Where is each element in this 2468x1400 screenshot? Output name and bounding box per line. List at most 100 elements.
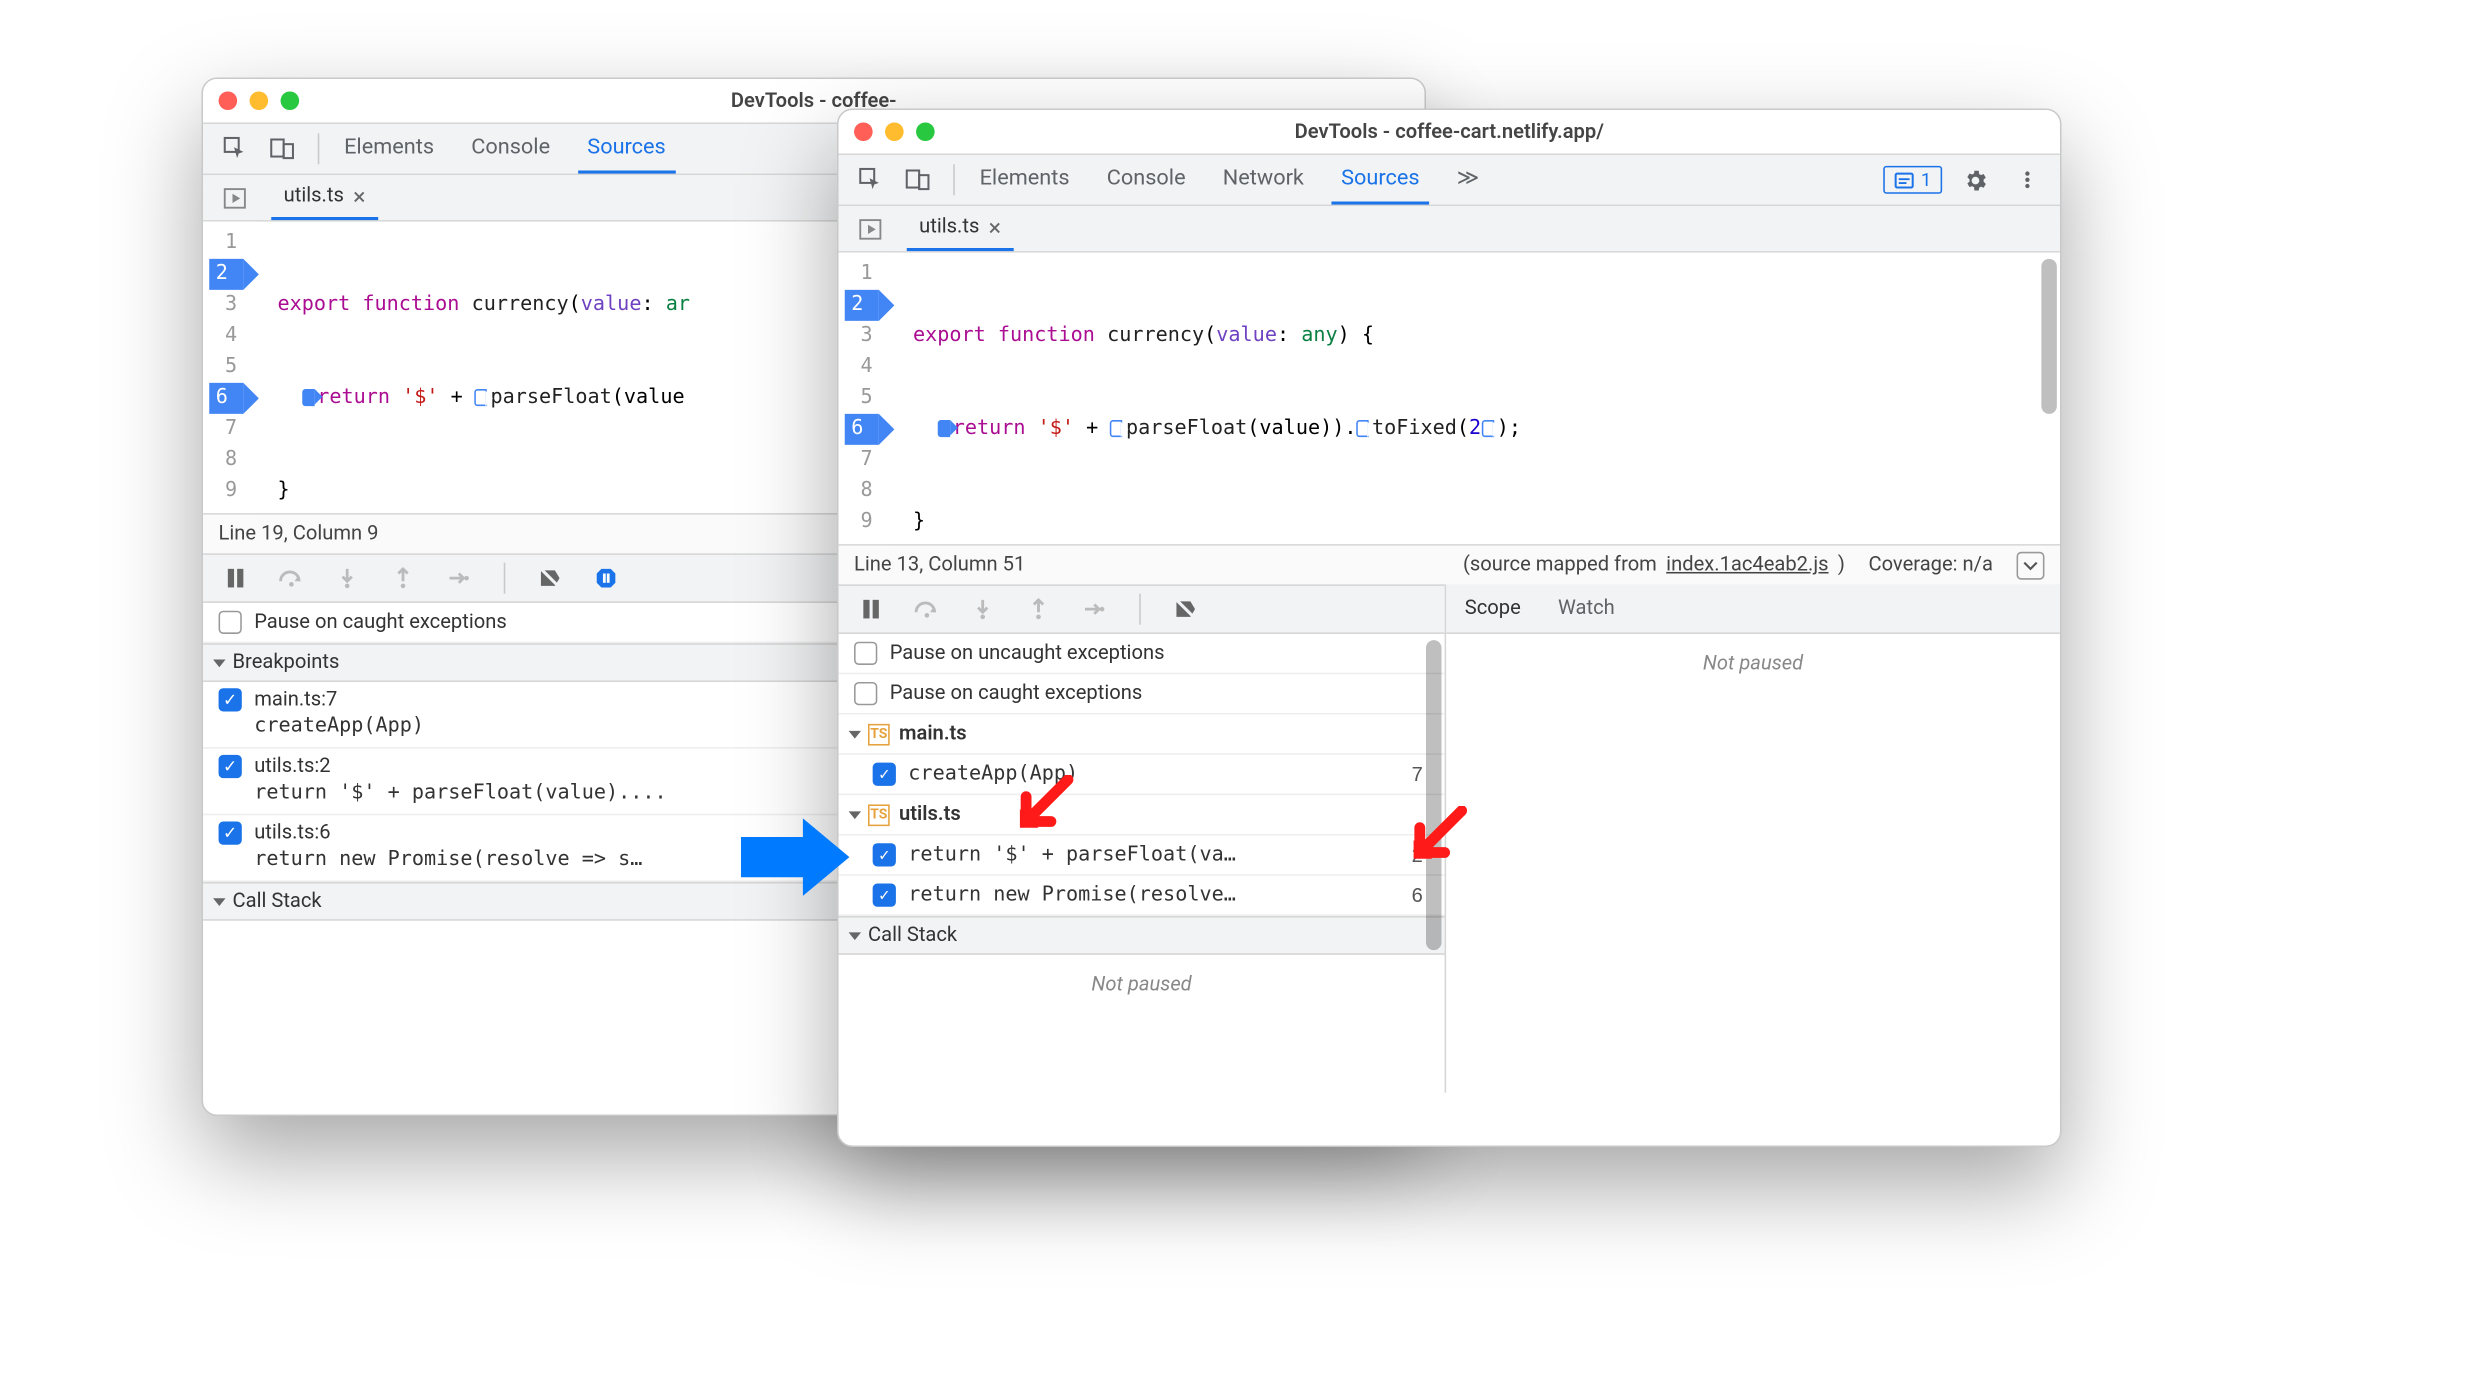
file-tab-label: utils.ts [919,215,979,238]
kebab-icon[interactable] [2007,160,2047,200]
breakpoint-item[interactable]: return '$' + parseFloat(va… 2 [839,835,1445,875]
status-bar: Line 13, Column 51 (source mapped from i… [839,544,2060,584]
panel-tabs: Elements Console Network Sources ≫ [970,155,1488,205]
breakpoint-item[interactable]: return new Promise(resolve… 6 [839,876,1445,916]
breakpoint-marker-icon [1356,420,1368,437]
code-editor[interactable]: 1234 56789 export function currency(valu… [839,253,2060,544]
scrollbar[interactable] [2041,259,2056,414]
close-icon[interactable]: × [353,182,365,210]
checkbox-icon[interactable] [873,884,896,907]
resume-overlay-icon[interactable] [215,177,255,217]
checkbox-icon[interactable] [854,682,877,705]
dropdown-icon[interactable] [2017,551,2045,579]
maximize-icon[interactable] [281,91,300,110]
checkbox-icon[interactable] [219,688,242,711]
file-tab[interactable]: utils.ts × [907,206,1014,251]
tab-watch[interactable]: Watch [1539,584,1633,632]
close-icon[interactable] [854,122,873,141]
tab-sources[interactable]: Sources [578,124,675,174]
pause-uncaught-row[interactable]: Pause on uncaught exceptions [839,634,1445,674]
step-into-icon[interactable] [963,589,1003,629]
source-map-link[interactable]: index.1ac4eab2.js [1666,553,1828,576]
tab-elements[interactable]: Elements [335,124,444,174]
checkbox-icon[interactable] [873,843,896,866]
coverage-info: Coverage: n/a [1868,553,1992,576]
tab-sources[interactable]: Sources [1332,155,1429,205]
panel-tabs: Elements Console Sources [335,124,675,174]
step-icon[interactable] [1074,589,1114,629]
close-icon[interactable]: × [989,213,1001,241]
disclosure-icon [849,811,861,819]
breakpoint-group-header[interactable]: TS main.ts [839,715,1445,755]
checkbox-icon[interactable] [219,755,242,778]
breakpoint-marker-icon [1481,420,1493,437]
breakpoints-label: Breakpoints [233,651,340,674]
tab-network[interactable]: Network [1214,155,1314,205]
step-out-icon[interactable] [1018,589,1058,629]
checkbox-icon[interactable] [219,611,242,634]
devtools-window-right: DevTools - coffee-cart.netlify.app/ Elem… [837,109,2062,1148]
tab-scope[interactable]: Scope [1446,584,1539,632]
scrollbar[interactable] [1426,640,1442,950]
step-over-icon[interactable] [271,558,311,598]
debugger-controls [839,584,1445,634]
pause-on-exceptions-icon[interactable] [586,558,626,598]
breakpoint-group-header[interactable]: TS utils.ts [839,795,1445,835]
checkbox-icon[interactable] [873,763,896,786]
callstack-section-header[interactable]: Call Stack [839,916,1445,955]
step-icon[interactable] [439,558,479,598]
pause-caught-label: Pause on caught exceptions [254,611,507,634]
inspect-icon[interactable] [215,129,255,169]
resume-overlay-icon[interactable] [851,208,891,248]
file-tab-label: utils.ts [284,184,344,207]
step-out-icon[interactable] [383,558,423,598]
disclosure-icon [849,730,861,738]
cursor-position: Line 13, Column 51 [854,553,1025,576]
minimize-icon[interactable] [250,91,269,110]
pause-caught-label: Pause on caught exceptions [890,682,1143,705]
gear-icon[interactable] [1955,160,1995,200]
tab-console[interactable]: Console [462,124,559,174]
issues-button[interactable]: 1 [1884,166,1943,194]
disclosure-icon [849,932,861,940]
pause-icon[interactable] [215,558,255,598]
pause-icon[interactable] [851,589,891,629]
breakpoint-item[interactable]: createApp(App) 7 [839,755,1445,795]
breakpoint-marker-icon [1110,420,1122,437]
cursor-position: Line 19, Column 9 [219,522,379,545]
disclosure-icon [213,897,225,905]
issues-count: 1 [1921,169,1931,191]
annotation-arrow-icon [741,818,850,896]
checkbox-icon[interactable] [219,822,242,845]
step-over-icon[interactable] [907,589,947,629]
breakpoint-marker-icon [302,389,314,406]
device-icon[interactable] [897,160,937,200]
scope-watch-tabs: Scope Watch [1446,584,2060,634]
inspect-icon[interactable] [851,160,891,200]
pause-uncaught-label: Pause on uncaught exceptions [890,642,1165,665]
not-paused-label: Not paused [1446,634,2060,694]
file-icon: TS [868,804,890,826]
file-tab[interactable]: utils.ts × [271,175,378,220]
maximize-icon[interactable] [916,122,935,141]
tab-elements[interactable]: Elements [970,155,1079,205]
checkbox-icon[interactable] [854,642,877,665]
breakpoint-marker-icon [475,389,487,406]
device-icon[interactable] [262,129,302,169]
file-icon: TS [868,723,890,745]
step-into-icon[interactable] [327,558,367,598]
deactivate-breakpoints-icon[interactable] [530,558,570,598]
tab-console[interactable]: Console [1097,155,1194,205]
titlebar: DevTools - coffee-cart.netlify.app/ [839,110,2060,153]
annotation-arrow-icon [1014,775,1076,837]
minimize-icon[interactable] [885,122,904,141]
breakpoint-marker-icon [937,420,949,437]
annotation-arrow-icon [1407,806,1469,868]
callstack-label: Call Stack [233,890,322,913]
more-tabs[interactable]: ≫ [1447,155,1488,205]
callstack-label: Call Stack [868,924,957,947]
pause-caught-row[interactable]: Pause on caught exceptions [839,674,1445,714]
deactivate-breakpoints-icon[interactable] [1166,589,1206,629]
close-icon[interactable] [219,91,238,110]
disclosure-icon [213,659,225,667]
